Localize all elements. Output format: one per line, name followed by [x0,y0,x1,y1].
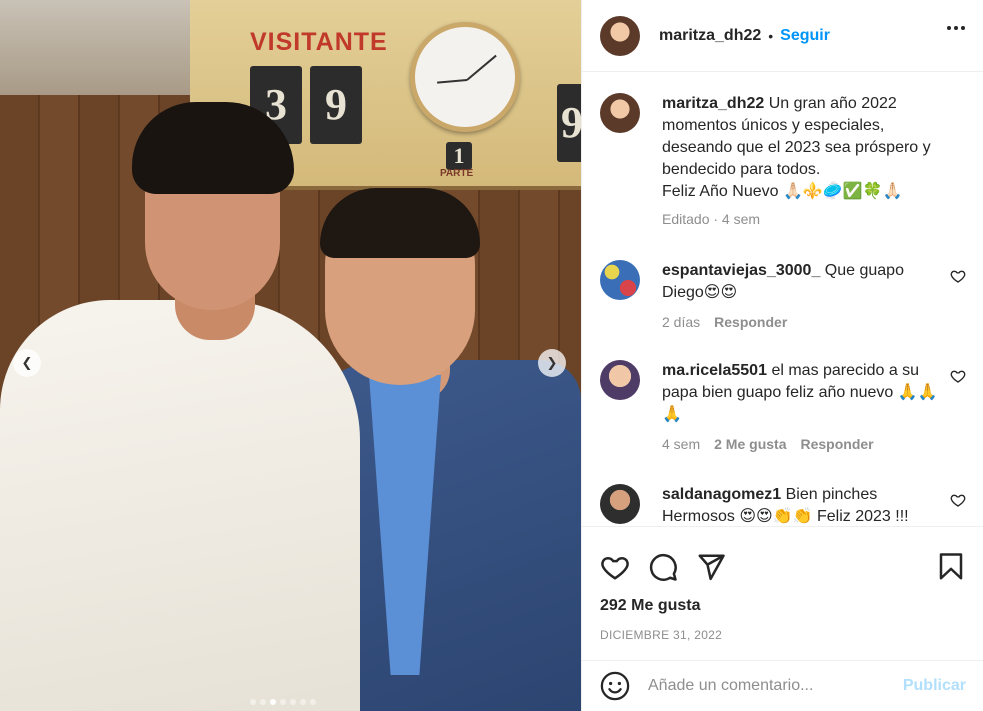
avatar[interactable] [600,93,640,133]
publish-button[interactable]: Publicar [903,677,966,695]
add-comment-bar: Publicar [582,660,983,711]
comment-username[interactable]: espantaviejas_3000_ [662,262,820,279]
carousel-dot [310,699,316,705]
comment-time: 4 sem [662,436,701,452]
avatar[interactable] [600,15,640,56]
score-tile-small: 1 [446,142,472,170]
heart-icon[interactable] [600,552,630,582]
carousel-dot [290,699,296,705]
carousel-next-button[interactable]: ❯ [538,349,566,377]
comment-username[interactable]: ma.ricela5501 [662,362,767,379]
more-horizontal-icon[interactable] [947,26,965,30]
bookmark-icon[interactable] [936,552,966,582]
emoji-icon[interactable] [600,671,630,701]
caption: maritza_dh22 Un gran año 2022 momentos ú… [600,93,966,260]
visitante-sign-text: VISITANTE [250,28,388,56]
carousel-dot [270,699,276,705]
post-header: maritza_dh22 • Seguir [582,0,983,72]
heart-icon[interactable] [950,492,966,508]
comment-likes[interactable]: 2 Me gusta [714,433,786,455]
chevron-right-icon: ❯ [546,355,558,370]
carousel-dot [300,699,306,705]
comments-list[interactable]: maritza_dh22 Un gran año 2022 momentos ú… [582,73,983,525]
avatar[interactable] [600,484,640,524]
reply-button[interactable]: Responder [800,433,873,455]
carousel-dot [250,699,256,705]
post-side-panel: maritza_dh22 • Seguir maritza_dh22 Un gr… [581,0,983,711]
separator: • [768,27,774,44]
list-item: ma.ricela5501 el mas parecido a su papa … [600,360,966,484]
carousel-indicator [250,699,316,705]
comment-input[interactable] [648,677,888,695]
parte-label: PARTE [440,168,474,179]
post-date[interactable]: DICIEMBRE 31, 2022 [582,615,983,642]
clock-hand [437,79,468,84]
caption-meta: Editado · 4 sem [662,211,761,227]
chevron-left-icon: ❮ [21,355,33,370]
list-item: espantaviejas_3000_ Que guapo Diego😍😍 2 … [600,260,966,360]
send-icon[interactable] [696,552,726,582]
carousel-dot [260,699,266,705]
avatar[interactable] [600,260,640,300]
clock-hand [466,54,497,81]
score-tile: 9 [557,84,581,162]
comment-username[interactable]: saldanagomez1 [662,486,781,503]
author-username[interactable]: maritza_dh22 [659,27,761,45]
person-left-shirt [0,300,360,711]
reply-button[interactable]: Responder [714,311,787,333]
heart-icon[interactable] [950,268,966,284]
wall-clock [410,22,520,132]
follow-button[interactable]: Seguir [780,27,830,45]
comment-icon[interactable] [648,552,678,582]
comment-time: 2 días [662,314,701,330]
avatar[interactable] [600,360,640,400]
person-right-hair [320,188,480,258]
list-item: saldanagomez1 Bien pinches Hermosos 😍😍👏👏… [600,484,966,525]
caption-username[interactable]: maritza_dh22 [662,95,764,112]
heart-icon[interactable] [950,368,966,384]
carousel-dot [280,699,286,705]
post-actions: 292 Me gusta DICIEMBRE 31, 2022 [582,526,983,666]
carousel-prev-button[interactable]: ❮ [13,349,41,377]
likes-count[interactable]: 292 Me gusta [582,590,983,615]
score-tile: 9 [310,66,362,144]
post-photo[interactable]: VISITANTE 3 9 9 1 PARTE ❮ ❯ [0,0,581,711]
